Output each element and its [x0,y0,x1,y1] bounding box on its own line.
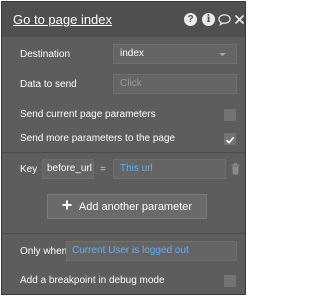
param-value-text: This url [120,163,153,174]
chevron-down-icon [219,45,226,70]
only-when-label: Only when [20,246,68,257]
destination-dropdown[interactable]: index [113,44,237,64]
destination-label: Destination [20,49,71,60]
add-parameter-button[interactable]: Add another parameter [47,194,207,219]
send-current-params-label: Send current page parameters [20,109,156,120]
add-parameter-label: Add another parameter [78,200,193,213]
key-label: Key [20,164,38,175]
destination-value: index [120,48,144,59]
divider [2,233,245,234]
equals-sign: = [100,164,106,175]
only-when-value: Current User is logged out [72,245,189,256]
close-icon[interactable] [234,13,244,26]
comment-icon[interactable] [218,13,231,26]
panel-header: Go to page index ? i [2,2,245,37]
param-key-value: before_url [47,163,93,174]
checkmark-icon [225,136,235,144]
info-icon[interactable]: i [202,13,215,26]
plus-icon [62,200,72,213]
only-when-condition-input[interactable]: Current User is logged out [66,241,237,261]
breakpoint-label: Add a breakpoint in debug mode [20,275,165,286]
send-more-params-label: Send more parameters to the page [20,133,176,144]
help-icon[interactable]: ? [184,13,197,26]
data-to-send-label: Data to send [20,79,77,90]
param-key-input[interactable]: before_url [42,159,94,179]
data-to-send-input[interactable]: Click [113,74,237,94]
param-value-input[interactable]: This url [113,159,226,179]
divider [2,152,245,153]
data-to-send-placeholder: Click [120,78,142,89]
send-more-params-checkbox[interactable] [224,133,236,145]
panel-title[interactable]: Go to page index [13,12,112,27]
breakpoint-checkbox[interactable] [224,275,236,287]
trash-icon[interactable] [231,162,240,180]
workflow-action-panel: Go to page index ? i Destination index D… [1,1,246,295]
send-current-params-checkbox[interactable] [224,109,236,121]
